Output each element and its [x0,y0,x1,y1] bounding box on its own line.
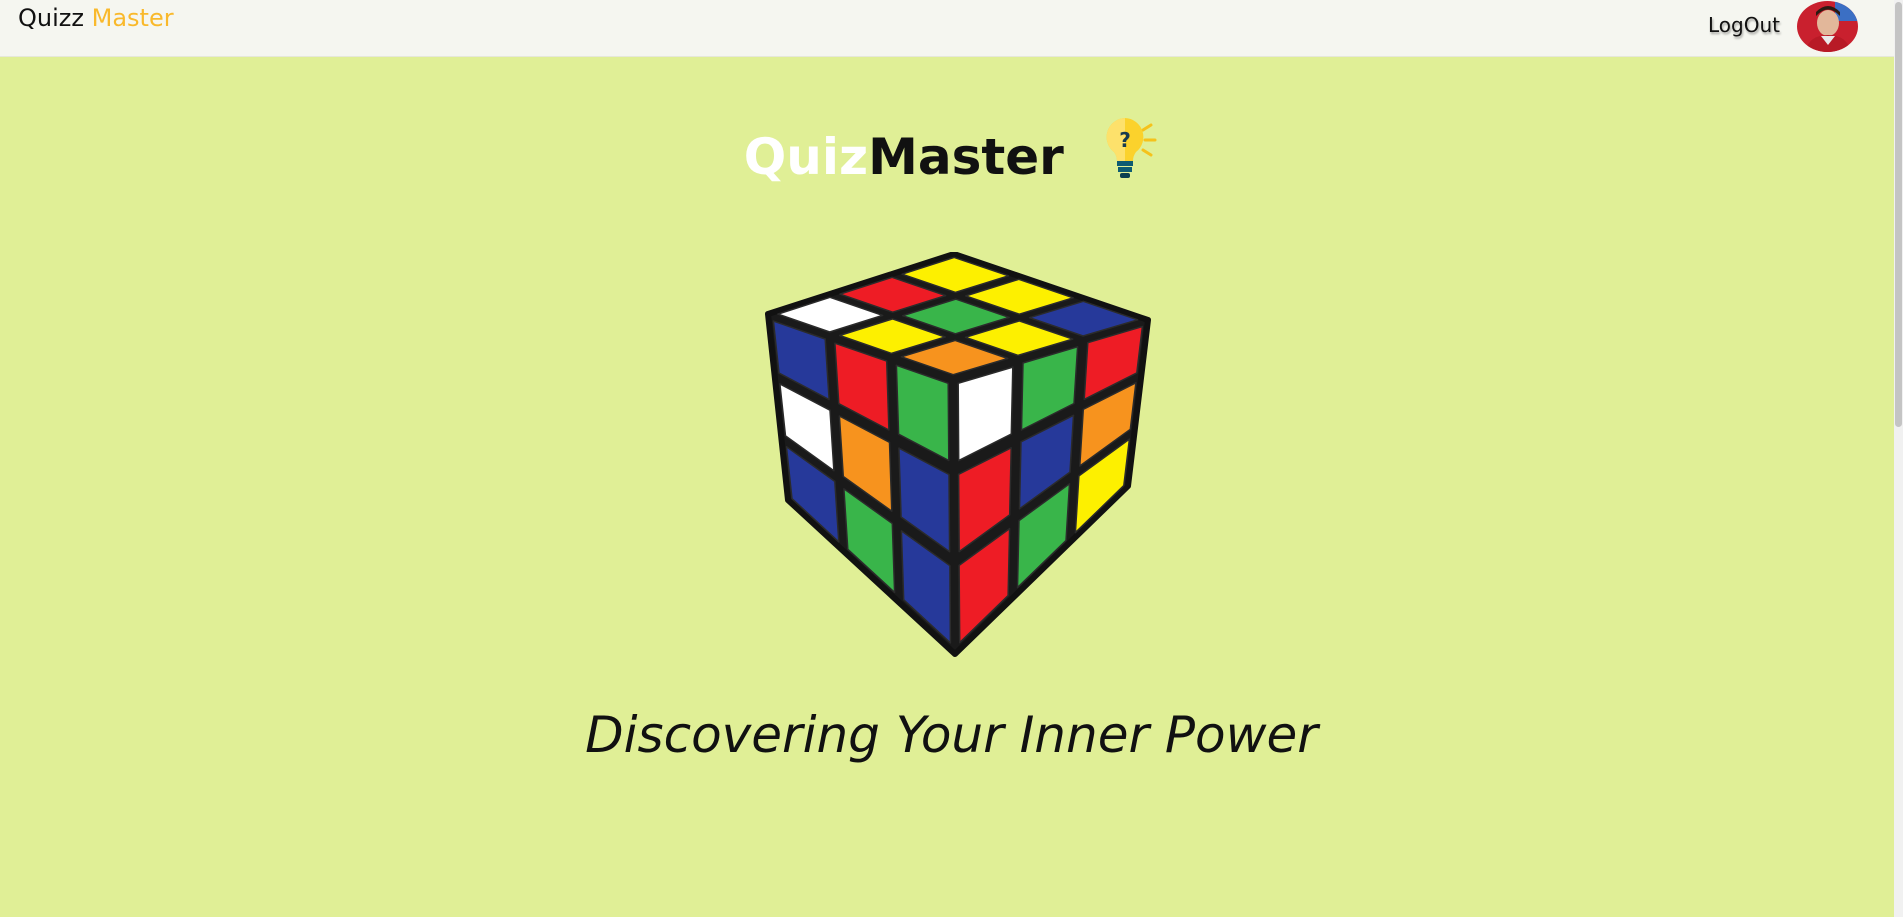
brand-accent-text: Master [91,4,174,32]
rubiks-cube-image [760,251,1156,660]
avatar[interactable] [1797,1,1858,52]
scrollbar-thumb[interactable] [1895,2,1902,427]
tagline: Discovering Your Inner Power [585,706,1318,764]
brand-logo[interactable]: Quizz Master [18,3,174,33]
hero-title-master: Master [868,128,1064,186]
hero-title: QuizMaster ? [0,118,1903,197]
avatar-image [1797,1,1858,52]
lightbulb-question-icon: ? [1095,114,1159,197]
hero-title-quiz: Quiz [743,128,869,186]
logout-button[interactable]: LogOut [1708,13,1780,37]
brand-text: Quizz [18,4,84,32]
svg-text:?: ? [1119,128,1131,152]
top-navbar: Quizz Master LogOut [0,0,1903,57]
